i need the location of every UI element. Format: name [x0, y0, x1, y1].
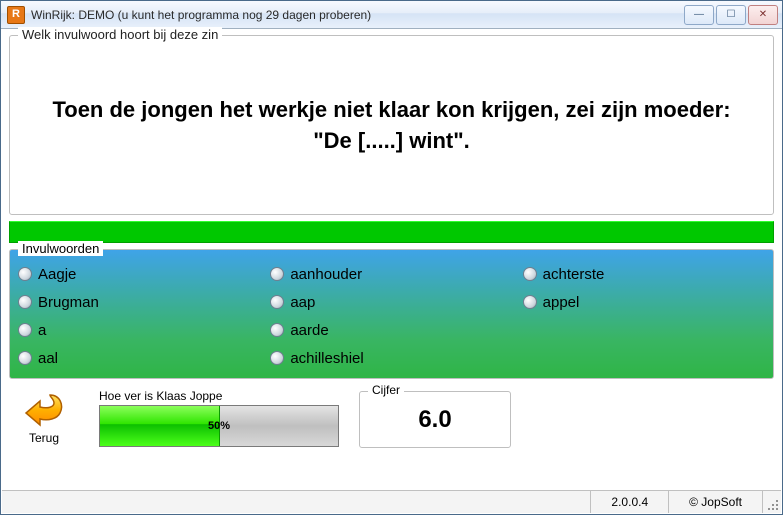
progress-label: Hoe ver is Klaas Joppe [99, 389, 339, 403]
answer-label: aanhouder [290, 266, 362, 283]
back-button[interactable]: Terug [9, 389, 79, 445]
answer-label: Brugman [38, 294, 99, 311]
answer-label: achterste [543, 266, 605, 283]
radio-icon [523, 267, 537, 281]
answer-label: achilleshiel [290, 350, 363, 367]
answer-option[interactable]: achterste [523, 266, 765, 283]
status-bar: 2.0.0.4 © JopSoft [2, 490, 781, 513]
back-arrow-icon [20, 389, 68, 429]
question-text: Toen de jongen het werkje niet klaar kon… [18, 95, 765, 157]
radio-icon [18, 267, 32, 281]
answer-option[interactable]: Brugman [18, 294, 260, 311]
client-area: Welk invulwoord hoort bij deze zin Toen … [1, 29, 782, 514]
app-window: R WinRijk: DEMO (u kunt het programma no… [0, 0, 783, 515]
title-bar: R WinRijk: DEMO (u kunt het programma no… [1, 1, 782, 29]
radio-icon [270, 351, 284, 365]
window-title: WinRijk: DEMO (u kunt het programma nog … [31, 8, 684, 22]
answer-option[interactable]: aal [18, 350, 260, 367]
progress-percent-text: 50% [100, 420, 338, 432]
radio-icon [523, 295, 537, 309]
answer-option[interactable]: achilleshiel [270, 350, 512, 367]
back-button-label: Terug [9, 431, 79, 445]
answers-groupbox: Invulwoorden Aagje aanhouder achterste B… [9, 249, 774, 379]
resize-grip[interactable] [763, 491, 781, 513]
grade-groupbox: Cijfer 6.0 [359, 391, 511, 448]
status-vendor: © JopSoft [669, 491, 763, 513]
answer-option[interactable]: a [18, 322, 260, 339]
answer-label: a [38, 322, 46, 339]
question-legend: Welk invulwoord hoort bij deze zin [18, 27, 222, 42]
radio-icon [270, 295, 284, 309]
minimize-button[interactable]: — [684, 5, 714, 25]
answers-legend: Invulwoorden [18, 241, 103, 256]
maximize-button[interactable]: ☐ [716, 5, 746, 25]
answer-option[interactable]: appel [523, 294, 765, 311]
answer-option[interactable]: aanhouder [270, 266, 512, 283]
question-groupbox: Welk invulwoord hoort bij deze zin Toen … [9, 35, 774, 215]
answer-option[interactable]: aarde [270, 322, 512, 339]
answer-label: appel [543, 294, 580, 311]
radio-icon [18, 295, 32, 309]
status-version: 2.0.0.4 [591, 491, 669, 513]
close-button[interactable]: ✕ [748, 5, 778, 25]
answer-option[interactable]: Aagje [18, 266, 260, 283]
radio-icon [18, 351, 32, 365]
answer-option[interactable]: aap [270, 294, 512, 311]
progress-bar: 50% [99, 405, 339, 447]
radio-icon [18, 323, 32, 337]
app-icon: R [7, 6, 25, 24]
progress-block: Hoe ver is Klaas Joppe 50% [99, 389, 339, 447]
answer-label: Aagje [38, 266, 76, 283]
separator-bar [9, 221, 774, 243]
grip-icon [767, 499, 779, 511]
answer-label: aarde [290, 322, 328, 339]
radio-icon [270, 323, 284, 337]
answer-label: aap [290, 294, 315, 311]
answer-label: aal [38, 350, 58, 367]
bottom-row: Terug Hoe ver is Klaas Joppe 50% Cijfer … [9, 389, 774, 448]
grade-value: 6.0 [418, 406, 451, 434]
grade-legend: Cijfer [368, 383, 404, 397]
radio-icon [270, 267, 284, 281]
